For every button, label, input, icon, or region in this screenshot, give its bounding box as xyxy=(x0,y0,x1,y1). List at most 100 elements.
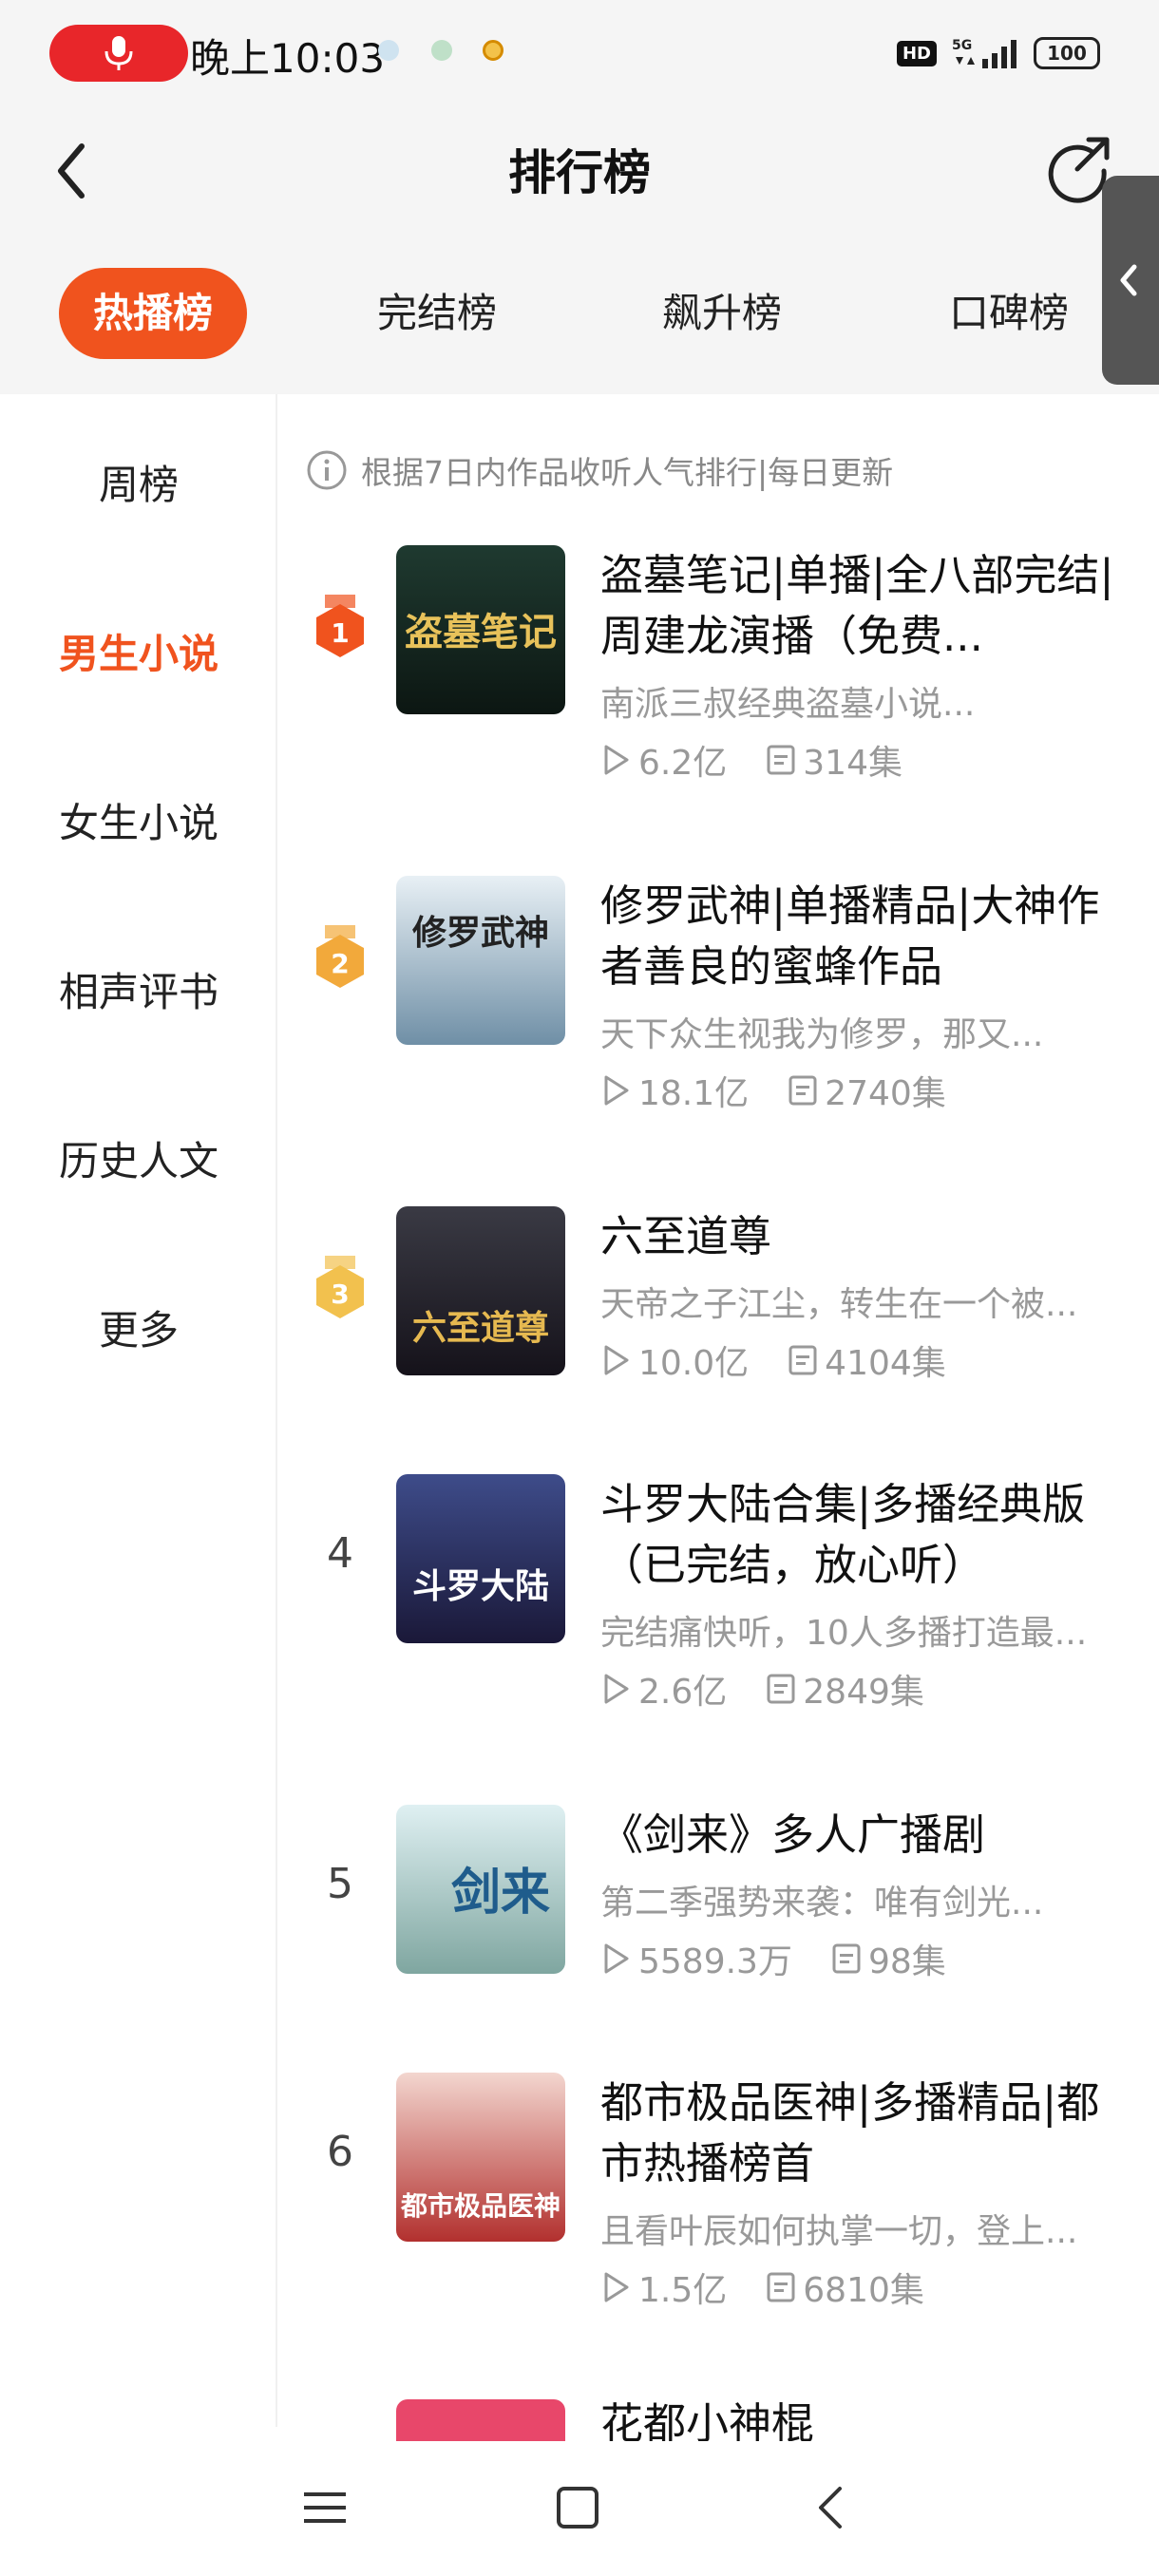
episode-count-value: 98集 xyxy=(867,1942,946,1981)
rank-badge-icon: 1 xyxy=(316,595,364,657)
app-notification-icon xyxy=(483,40,504,61)
network-type: 5G xyxy=(952,38,972,53)
tab-reputation[interactable]: 口碑榜 xyxy=(916,268,1102,359)
back-icon[interactable] xyxy=(804,2479,861,2536)
rank-number: 2 xyxy=(331,948,349,979)
rank-number: 4 xyxy=(327,1529,353,1578)
item-stats: 2.6亿 2849集 xyxy=(600,1664,962,1714)
item-stats: 5589.3万 98集 xyxy=(600,1934,984,1983)
episode-count-value: 314集 xyxy=(803,744,902,783)
item-title: 花都小神棍 xyxy=(600,2399,815,2441)
episode-list-icon xyxy=(788,1345,817,1375)
play-count-value: 2.6亿 xyxy=(638,1673,728,1712)
info-icon xyxy=(307,450,347,490)
play-count-value: 10.0亿 xyxy=(638,1344,750,1383)
list-item[interactable]: 6 都市极品医神 都市极品医神|多播精品|都市热播榜首 且看叶辰如何执掌一切，登… xyxy=(277,2073,1159,2386)
category-male-novels[interactable]: 男生小说 xyxy=(0,622,277,680)
item-description: 天下众生视我为修罗，那又... xyxy=(600,1015,1044,1054)
episode-count: 2849集 xyxy=(765,1664,924,1714)
episode-count: 314集 xyxy=(765,735,902,785)
item-description: 且看叶辰如何执掌一切，登上... xyxy=(600,2212,1078,2251)
item-stats: 6.2亿 314集 xyxy=(600,735,940,785)
cover-image[interactable] xyxy=(396,2399,565,2441)
cover-title: 都市极品医神 xyxy=(400,2190,560,2222)
side-drawer-handle[interactable] xyxy=(1102,176,1159,385)
cover-image[interactable]: 剑来 xyxy=(396,1805,565,1974)
status-bar: 晚上10:03 HD 5G 100 xyxy=(0,0,1159,104)
tab-rising[interactable]: 飙升榜 xyxy=(629,268,815,359)
play-count: 2.6亿 xyxy=(600,1664,727,1714)
episode-count: 6810集 xyxy=(765,2263,924,2312)
tab-completed[interactable]: 完结榜 xyxy=(344,268,530,359)
category-history[interactable]: 历史人文 xyxy=(0,1129,277,1187)
rank-badge-icon: 2 xyxy=(316,925,364,988)
item-description: 第二季强势来袭：唯有剑光... xyxy=(600,1884,1044,1923)
play-icon xyxy=(604,2272,629,2302)
item-stats: 18.1亿 2740集 xyxy=(600,1066,984,1115)
cover-image[interactable]: 修罗武神 xyxy=(396,876,565,1045)
cover-title: 六至道尊 xyxy=(412,1308,549,1348)
cover-image[interactable]: 六至道尊 xyxy=(396,1206,565,1375)
item-stats: 10.0亿 4104集 xyxy=(600,1335,984,1385)
item-title: 斗罗大陆合集|多播经典版（已完结，放心听） xyxy=(600,1479,1086,1590)
episode-count-value: 2849集 xyxy=(803,1673,924,1712)
ranking-tabs: 热播榜 完结榜 飙升榜 口碑榜 xyxy=(0,247,1159,394)
list-item[interactable]: 花都小神棍 xyxy=(277,2399,1159,2441)
episode-list-icon xyxy=(767,1674,795,1704)
page-title: 排行榜 xyxy=(508,145,651,200)
battery-indicator: 100 xyxy=(1034,37,1100,69)
microphone-icon xyxy=(104,36,133,70)
play-count: 6.2亿 xyxy=(600,735,727,785)
list-item[interactable]: 4 斗罗大陆 斗罗大陆合集|多播经典版（已完结，放心听） 完结痛快听，10人多播… xyxy=(277,1474,1159,1788)
category-more[interactable]: 更多 xyxy=(0,1298,277,1356)
episode-list-icon xyxy=(767,745,795,775)
category-female-novels[interactable]: 女生小说 xyxy=(0,791,277,849)
rank-number: 1 xyxy=(331,617,349,649)
cover-title: 盗墓笔记 xyxy=(405,610,557,654)
play-count-value: 1.5亿 xyxy=(638,2271,728,2310)
list-item[interactable]: 1 盗墓笔记 盗墓笔记|单播|全八部完结|周建龙演播（免费... 南派三叔经典盗… xyxy=(277,545,1159,859)
cover-title: 修罗武神 xyxy=(412,913,549,953)
signal-icon: 5G xyxy=(952,38,1016,68)
episode-count: 2740集 xyxy=(787,1066,946,1115)
play-count-value: 5589.3万 xyxy=(638,1942,792,1981)
hd-badge: HD xyxy=(896,40,937,66)
episode-list-icon xyxy=(767,2272,795,2302)
list-item[interactable]: 3 六至道尊 六至道尊 天帝之子江尘，转生在一个被... 10.0亿 4104集 xyxy=(277,1206,1159,1520)
cover-image[interactable]: 斗罗大陆 xyxy=(396,1474,565,1643)
category-weekly[interactable]: 周榜 xyxy=(0,453,277,511)
item-title: 都市极品医神|多播精品|都市热播榜首 xyxy=(600,2077,1100,2188)
episode-count: 4104集 xyxy=(787,1335,946,1385)
list-item[interactable]: 5 剑来 《剑来》多人广播剧 第二季强势来袭：唯有剑光... 5589.3万 9… xyxy=(277,1805,1159,2118)
rank-number: 5 xyxy=(327,1860,353,1908)
microphone-indicator[interactable] xyxy=(49,25,188,82)
category-crosstalk[interactable]: 相声评书 xyxy=(0,960,277,1018)
item-title: 盗墓笔记|单播|全八部完结|周建龙演播（免费... xyxy=(600,550,1114,661)
item-description: 南派三叔经典盗墓小说... xyxy=(600,685,976,724)
chat-app-icon xyxy=(431,40,452,61)
episode-count-value: 6810集 xyxy=(803,2271,924,2310)
play-count-value: 6.2亿 xyxy=(638,744,728,783)
item-title: 《剑来》多人广播剧 xyxy=(600,1809,986,1860)
play-count: 18.1亿 xyxy=(600,1066,749,1115)
tab-hot[interactable]: 热播榜 xyxy=(59,268,247,359)
play-icon xyxy=(604,1345,629,1375)
cover-image[interactable]: 盗墓笔记 xyxy=(396,545,565,714)
play-count: 10.0亿 xyxy=(600,1335,749,1385)
menu-icon[interactable] xyxy=(296,2479,353,2536)
list-item[interactable]: 2 修罗武神 修罗武神|单播精品|大神作者善良的蜜蜂作品 天下众生视我为修罗，那… xyxy=(277,876,1159,1189)
episode-count: 98集 xyxy=(830,1934,946,1983)
notification-icon xyxy=(378,40,399,61)
ranking-notice: 根据7日内作品收听人气排行|每日更新 xyxy=(306,446,893,494)
episode-count-value: 4104集 xyxy=(825,1344,946,1383)
play-icon xyxy=(604,1674,629,1704)
category-menu: 周榜 男生小说 女生小说 相声评书 历史人文 更多 xyxy=(0,394,277,2427)
rank-number: 6 xyxy=(327,2128,353,2176)
episode-list-icon xyxy=(788,1075,817,1106)
cover-image[interactable]: 都市极品医神 xyxy=(396,2073,565,2242)
item-description: 天帝之子江尘，转生在一个被... xyxy=(600,1285,1078,1324)
home-icon[interactable] xyxy=(549,2479,606,2536)
episode-list-icon xyxy=(832,1943,861,1974)
play-count-value: 18.1亿 xyxy=(638,1074,750,1113)
notice-text: 根据7日内作品收听人气排行|每日更新 xyxy=(361,454,894,491)
